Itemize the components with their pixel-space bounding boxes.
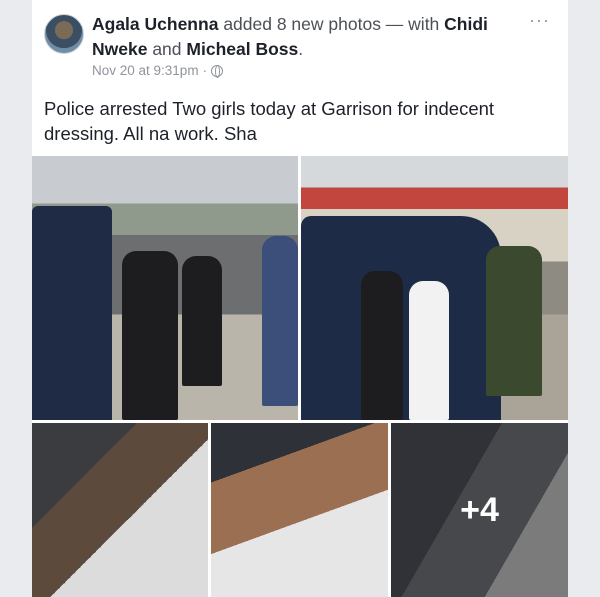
photo-1[interactable] (32, 156, 298, 420)
author-avatar[interactable] (44, 14, 84, 54)
person-figure (409, 281, 449, 420)
post-action: added 8 new photos — with (223, 14, 440, 34)
more-photos-count: +4 (460, 490, 499, 529)
person-figure (262, 236, 298, 406)
police-van (32, 206, 112, 420)
person-figure (486, 246, 542, 396)
person-figure (182, 256, 222, 386)
conjunction: and (152, 39, 182, 59)
more-options-button[interactable]: ··· (529, 10, 550, 31)
person-figure (122, 251, 178, 420)
person-figure (361, 271, 403, 420)
post-timestamp[interactable]: Nov 20 at 9:31pm (92, 63, 199, 78)
photo-5[interactable]: +4 (391, 423, 568, 597)
photo-2[interactable] (301, 156, 568, 420)
more-photos-overlay[interactable]: +4 (391, 423, 568, 597)
photo-4[interactable] (211, 423, 388, 597)
header-period: . (298, 39, 304, 59)
post-text: Police arrested Two girls today at Garri… (44, 98, 495, 144)
post-meta: Nov 20 at 9:31pm · (92, 63, 224, 78)
globe-icon[interactable] (211, 64, 224, 78)
tagged-user-2[interactable]: Micheal Boss (186, 39, 298, 59)
author-name[interactable]: Agala Uchenna (92, 14, 218, 34)
meta-separator: · (202, 63, 208, 78)
post-header: Agala Uchenna added 8 new photos — with … (92, 12, 522, 62)
post-card: Agala Uchenna added 8 new photos — with … (32, 0, 568, 597)
photo-3[interactable] (32, 423, 208, 597)
